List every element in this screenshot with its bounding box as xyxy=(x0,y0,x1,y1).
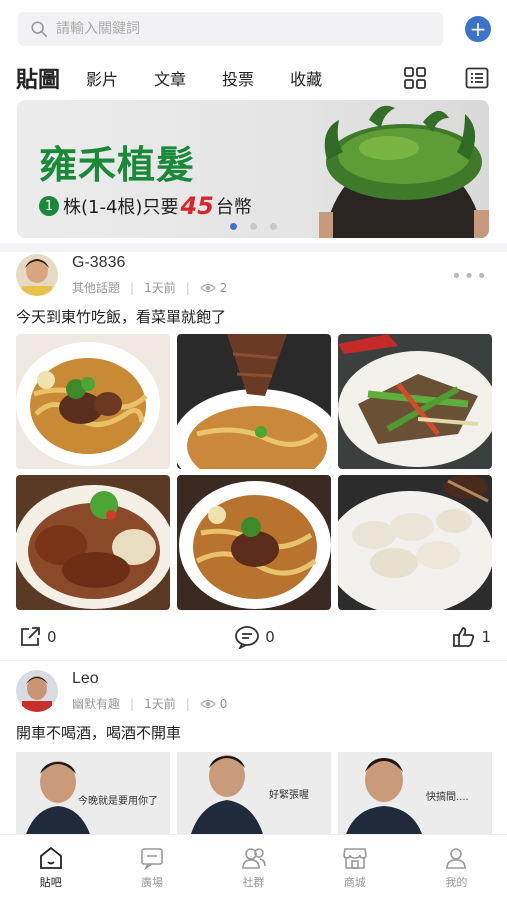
section-divider xyxy=(0,243,507,252)
more-options-icon[interactable]: ••• xyxy=(451,266,489,287)
banner-price: 45 xyxy=(180,192,214,220)
post-header: G-3836 其他話題 | 1天前 | 2 ••• xyxy=(16,254,491,298)
post-text: 今天到東竹吃飯，看菜單就飽了 xyxy=(16,308,227,326)
post-time: 1天前 xyxy=(144,281,176,295)
photo-caption: 今晚就是要用你了 xyxy=(78,796,158,807)
nav-label: 貼吧 xyxy=(39,876,62,889)
post-meta: 幽默有趣 | 1天前 | 0 xyxy=(72,695,228,712)
shop-icon xyxy=(342,845,368,871)
chat-square-icon xyxy=(139,845,165,871)
search-bar[interactable] xyxy=(18,12,443,46)
bottom-nav: 貼吧 廣場 社群 商城 我的 xyxy=(0,834,507,900)
post-divider xyxy=(0,660,507,661)
photo-caption: 好緊張喔 xyxy=(269,790,309,801)
banner-subtitle: 1 株(1-4根)只要 45 台幣 xyxy=(39,192,252,220)
post-actions: 0 0 1 xyxy=(18,624,491,650)
top-bar: + xyxy=(18,12,491,46)
grid-view-icon[interactable] xyxy=(401,64,429,92)
nav-item-profile[interactable]: 我的 xyxy=(406,835,507,900)
home-icon xyxy=(38,845,64,871)
photo-beef-noodle-soup[interactable] xyxy=(177,475,331,610)
nav-item-shop[interactable]: 商城 xyxy=(304,835,405,900)
eye-icon xyxy=(199,283,216,292)
user-icon xyxy=(443,845,469,871)
tab-favorites[interactable]: 收藏 xyxy=(290,66,322,90)
content-tabs: 貼圖 影片 文章 投票 收藏 xyxy=(16,60,491,96)
nav-label: 我的 xyxy=(445,876,468,889)
username[interactable]: Leo xyxy=(72,670,99,688)
tab-articles[interactable]: 文章 xyxy=(154,66,186,90)
share-count: 0 xyxy=(47,628,57,646)
tab-stickers[interactable]: 貼圖 xyxy=(16,62,60,94)
photo-man-3[interactable]: 快搞間.... xyxy=(338,752,492,834)
list-view-icon[interactable] xyxy=(463,64,491,92)
banner-sub-suffix: 台幣 xyxy=(215,197,252,218)
eye-icon xyxy=(199,699,216,708)
nav-item-community[interactable]: 社群 xyxy=(203,835,304,900)
share-button[interactable]: 0 xyxy=(18,625,57,649)
photo-beef-noodle-bowl[interactable] xyxy=(16,334,170,469)
like-button[interactable]: 1 xyxy=(452,625,491,649)
view-count: 2 xyxy=(219,280,228,295)
photo-stir-fry[interactable] xyxy=(338,334,492,469)
tab-polls[interactable]: 投票 xyxy=(222,66,254,90)
post-time: 1天前 xyxy=(144,697,176,711)
pagination-dot[interactable] xyxy=(230,223,237,230)
username[interactable]: G-3836 xyxy=(72,254,125,272)
pagination-dot[interactable] xyxy=(250,223,257,230)
promo-banner[interactable]: 雍禾植髮 1 株(1-4根)只要 45 台幣 xyxy=(17,100,489,238)
pagination-dot[interactable] xyxy=(270,223,277,230)
photo-beef-chopsticks[interactable] xyxy=(177,334,331,469)
photo-grid xyxy=(16,334,492,610)
avatar[interactable] xyxy=(16,254,58,296)
nav-item-home[interactable]: 貼吧 xyxy=(0,835,101,900)
add-post-button[interactable]: + xyxy=(465,16,491,42)
number-one-badge: 1 xyxy=(39,196,59,216)
banner-pagination xyxy=(230,223,290,230)
post-meta: 其他話題 | 1天前 | 2 xyxy=(72,279,228,296)
thumbs-up-icon xyxy=(453,627,475,647)
photo-dumplings[interactable] xyxy=(338,475,492,610)
photo-braised-pork-rice[interactable] xyxy=(16,475,170,610)
view-count: 0 xyxy=(219,696,228,711)
comment-icon xyxy=(235,626,260,649)
avatar[interactable] xyxy=(16,670,58,712)
banner-title: 雍禾植髮 xyxy=(39,142,196,187)
tab-videos[interactable]: 影片 xyxy=(86,66,118,90)
nav-item-square[interactable]: 廣場 xyxy=(101,835,202,900)
group-icon xyxy=(241,845,267,871)
search-icon xyxy=(31,21,48,38)
photo-caption: 快搞間.... xyxy=(426,792,469,803)
post-text: 開車不喝酒，喝酒不開車 xyxy=(16,724,182,742)
photo-man-1[interactable]: 今晚就是要用你了 xyxy=(16,752,170,834)
post-header: Leo 幽默有趣 | 1天前 | 0 xyxy=(16,670,491,714)
photo-man-2[interactable]: 好緊張喔 xyxy=(177,752,331,834)
like-count: 1 xyxy=(481,628,491,646)
comment-button[interactable]: 0 xyxy=(234,625,275,649)
post-topic[interactable]: 其他話題 xyxy=(72,279,120,296)
banner-sub-prefix: 株(1-4根)只要 xyxy=(63,197,179,218)
nav-label: 廣場 xyxy=(141,876,164,889)
comment-count: 0 xyxy=(265,628,275,646)
plus-icon: + xyxy=(469,17,487,41)
nav-label: 社群 xyxy=(242,876,265,889)
photo-row: 今晚就是要用你了 好緊張喔 快搞間.... xyxy=(16,752,492,834)
share-icon xyxy=(21,627,40,646)
banner-head-illustration xyxy=(319,105,489,238)
nav-label: 商城 xyxy=(343,876,366,889)
search-input[interactable] xyxy=(56,21,356,37)
post-topic[interactable]: 幽默有趣 xyxy=(72,695,120,712)
